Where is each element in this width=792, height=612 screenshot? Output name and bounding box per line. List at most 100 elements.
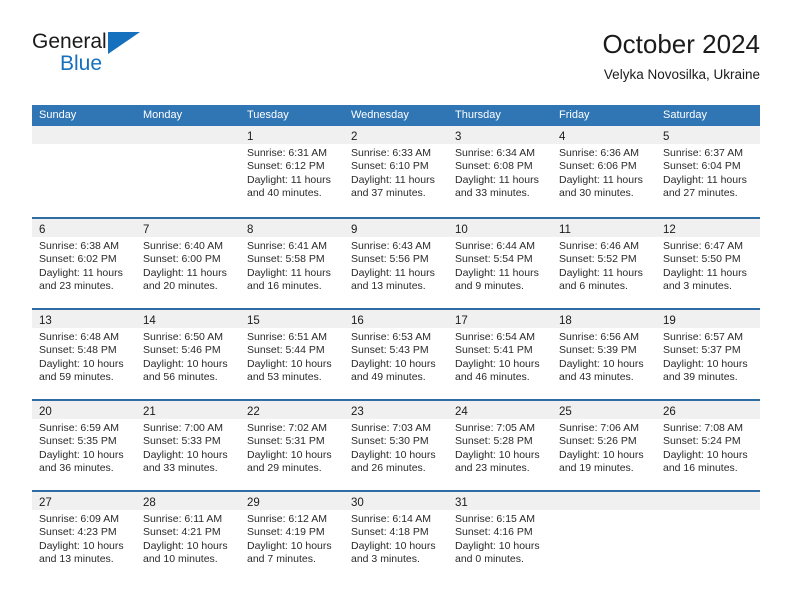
day-details: Sunrise: 6:31 AM Sunset: 6:12 PM Daylight:… (240, 144, 344, 201)
day-cell-4[interactable]: 4 Sunrise: 6:36 AM Sunset: 6:06 PM Daylight… (552, 126, 656, 217)
day-cell-21[interactable]: 21 Sunrise: 7:00 AM Sunset: 5:33 PM Dayligh… (136, 401, 240, 490)
day-cell-1[interactable]: 1 Sunrise: 6:31 AM Sunset: 6:12 PM Daylight… (240, 126, 344, 217)
day-cell-2[interactable]: 2 Sunrise: 6:33 AM Sunset: 6:10 PM Daylight… (344, 126, 448, 217)
day-detail-line: and 6 minutes. (559, 280, 628, 293)
day-detail-line: Sunset: 5:30 PM (351, 435, 429, 448)
day-detail-line: Sunrise: 6:51 AM (247, 331, 327, 343)
day-detail-line: Sunrise: 6:54 AM (455, 331, 535, 343)
calendar-week-row: 1 Sunrise: 6:31 AM Sunset: 6:12 PM Daylight… (32, 126, 760, 217)
day-detail-line: Sunset: 6:08 PM (455, 160, 533, 173)
day-detail-line: Daylight: 10 hours (663, 448, 748, 461)
day-cell-24[interactable]: 24 Sunrise: 7:05 AM Sunset: 5:28 PM Dayligh… (448, 401, 552, 490)
day-number: 17 (455, 315, 468, 327)
day-cell-17[interactable]: 17 Sunrise: 6:54 AM Sunset: 5:41 PM Dayligh… (448, 310, 552, 399)
day-number: 13 (39, 315, 52, 327)
day-number-band (656, 492, 760, 510)
day-cell-30[interactable]: 30 Sunrise: 6:14 AM Sunset: 4:18 PM Dayligh… (344, 492, 448, 581)
day-cell-9[interactable]: 9 Sunrise: 6:43 AM Sunset: 5:56 PM Daylight… (344, 219, 448, 308)
day-detail-line: and 13 minutes. (351, 280, 426, 293)
day-cell-26[interactable]: 26 Sunrise: 7:08 AM Sunset: 5:24 PM Dayligh… (656, 401, 760, 490)
day-detail-line: Sunrise: 6:12 AM (247, 513, 327, 525)
day-detail-line: Sunrise: 7:00 AM (143, 422, 223, 434)
day-detail-line: Daylight: 10 hours (39, 357, 124, 370)
day-cell-22[interactable]: 22 Sunrise: 7:02 AM Sunset: 5:31 PM Dayligh… (240, 401, 344, 490)
day-number: 3 (455, 131, 462, 143)
day-number: 18 (559, 315, 572, 327)
calendar-week-row: 6 Sunrise: 6:38 AM Sunset: 6:02 PM Daylight… (32, 217, 760, 308)
day-number-band: 6 (32, 219, 136, 237)
day-cell-6[interactable]: 6 Sunrise: 6:38 AM Sunset: 6:02 PM Daylight… (32, 219, 136, 308)
day-number: 6 (39, 224, 46, 236)
day-number: 1 (247, 131, 254, 143)
day-cell-25[interactable]: 25 Sunrise: 7:06 AM Sunset: 5:26 PM Dayligh… (552, 401, 656, 490)
day-number: 23 (351, 406, 364, 418)
day-details (656, 510, 760, 513)
triangle-icon (108, 32, 140, 54)
day-cell-31[interactable]: 31 Sunrise: 6:15 AM Sunset: 4:16 PM Dayligh… (448, 492, 552, 581)
day-detail-line: and 23 minutes. (455, 462, 530, 475)
day-cell-20[interactable]: 20 Sunrise: 6:59 AM Sunset: 5:35 PM Dayligh… (32, 401, 136, 490)
day-number-band: 22 (240, 401, 344, 419)
day-detail-line: Sunset: 5:33 PM (143, 435, 221, 448)
day-detail-line: and 9 minutes. (455, 280, 524, 293)
day-cell-10[interactable]: 10 Sunrise: 6:44 AM Sunset: 5:54 PM Dayligh… (448, 219, 552, 308)
calendar-grid: Sunday Monday Tuesday Wednesday Thursday Frid… (32, 105, 760, 581)
day-cell-13[interactable]: 13 Sunrise: 6:48 AM Sunset: 5:48 PM Dayligh… (32, 310, 136, 399)
day-details: Sunrise: 6:12 AM Sunset: 4:19 PM Daylight:… (240, 510, 344, 567)
day-cell-18[interactable]: 18 Sunrise: 6:56 AM Sunset: 5:39 PM Dayligh… (552, 310, 656, 399)
day-cell-7[interactable]: 7 Sunrise: 6:40 AM Sunset: 6:00 PM Daylight… (136, 219, 240, 308)
day-number-band: 23 (344, 401, 448, 419)
day-cell-19[interactable]: 19 Sunrise: 6:57 AM Sunset: 5:37 PM Dayligh… (656, 310, 760, 399)
day-number-band: 28 (136, 492, 240, 510)
day-detail-line: and 43 minutes. (559, 371, 634, 384)
calendar-page: General Blue October 2024 Velyka Novosil… (0, 0, 792, 612)
day-detail-line: and 16 minutes. (663, 462, 738, 475)
day-detail-line: Sunrise: 6:40 AM (143, 240, 223, 252)
day-detail-line: Daylight: 10 hours (455, 448, 540, 461)
day-detail-line: Sunset: 5:26 PM (559, 435, 637, 448)
day-detail-line: Sunrise: 6:48 AM (39, 331, 119, 343)
day-detail-line: Daylight: 10 hours (351, 539, 436, 552)
day-cell-empty (656, 492, 760, 581)
day-number: 30 (351, 497, 364, 509)
day-cell-23[interactable]: 23 Sunrise: 7:03 AM Sunset: 5:30 PM Dayligh… (344, 401, 448, 490)
weekday-header-row: Sunday Monday Tuesday Wednesday Thursday Frid… (32, 105, 760, 126)
day-number-band: 14 (136, 310, 240, 328)
day-number-band: 15 (240, 310, 344, 328)
brand-name-blue: Blue (60, 52, 103, 75)
day-cell-3[interactable]: 3 Sunrise: 6:34 AM Sunset: 6:08 PM Daylight… (448, 126, 552, 217)
day-cell-16[interactable]: 16 Sunrise: 6:53 AM Sunset: 5:43 PM Dayligh… (344, 310, 448, 399)
day-cell-14[interactable]: 14 Sunrise: 6:50 AM Sunset: 5:46 PM Dayligh… (136, 310, 240, 399)
day-number-band: 7 (136, 219, 240, 237)
weekday-header-thursday: Thursday (455, 109, 501, 121)
day-detail-line: Sunrise: 6:36 AM (559, 147, 639, 159)
day-cell-11[interactable]: 11 Sunrise: 6:46 AM Sunset: 5:52 PM Dayligh… (552, 219, 656, 308)
day-detail-line: Sunset: 5:54 PM (455, 253, 533, 266)
day-detail-line: Daylight: 10 hours (39, 448, 124, 461)
day-detail-line: Sunrise: 7:05 AM (455, 422, 535, 434)
day-number-band: 3 (448, 126, 552, 144)
day-cell-8[interactable]: 8 Sunrise: 6:41 AM Sunset: 5:58 PM Daylight… (240, 219, 344, 308)
weekday-header-saturday: Saturday (663, 109, 708, 121)
day-cell-29[interactable]: 29 Sunrise: 6:12 AM Sunset: 4:19 PM Dayligh… (240, 492, 344, 581)
day-details: Sunrise: 6:59 AM Sunset: 5:35 PM Daylight:… (32, 419, 136, 476)
day-cell-5[interactable]: 5 Sunrise: 6:37 AM Sunset: 6:04 PM Daylight… (656, 126, 760, 217)
brand-logo[interactable]: General Blue (32, 28, 232, 90)
day-number-band: 26 (656, 401, 760, 419)
day-number-band: 12 (656, 219, 760, 237)
day-cell-12[interactable]: 12 Sunrise: 6:47 AM Sunset: 5:50 PM Dayligh… (656, 219, 760, 308)
day-details: Sunrise: 6:44 AM Sunset: 5:54 PM Daylight:… (448, 237, 552, 294)
day-detail-line: Daylight: 11 hours (143, 266, 227, 279)
day-detail-line: Sunset: 5:41 PM (455, 344, 533, 357)
day-cell-15[interactable]: 15 Sunrise: 6:51 AM Sunset: 5:44 PM Dayligh… (240, 310, 344, 399)
day-cell-27[interactable]: 27 Sunrise: 6:09 AM Sunset: 4:23 PM Dayligh… (32, 492, 136, 581)
day-detail-line: Daylight: 10 hours (455, 539, 540, 552)
day-detail-line: and 29 minutes. (247, 462, 322, 475)
day-details: Sunrise: 6:09 AM Sunset: 4:23 PM Daylight:… (32, 510, 136, 567)
day-cell-28[interactable]: 28 Sunrise: 6:11 AM Sunset: 4:21 PM Dayligh… (136, 492, 240, 581)
day-detail-line: Daylight: 11 hours (455, 266, 539, 279)
day-details: Sunrise: 6:53 AM Sunset: 5:43 PM Daylight:… (344, 328, 448, 385)
day-detail-line: and 3 minutes. (351, 553, 420, 566)
day-number-band: 30 (344, 492, 448, 510)
day-detail-line: Sunset: 5:24 PM (663, 435, 741, 448)
